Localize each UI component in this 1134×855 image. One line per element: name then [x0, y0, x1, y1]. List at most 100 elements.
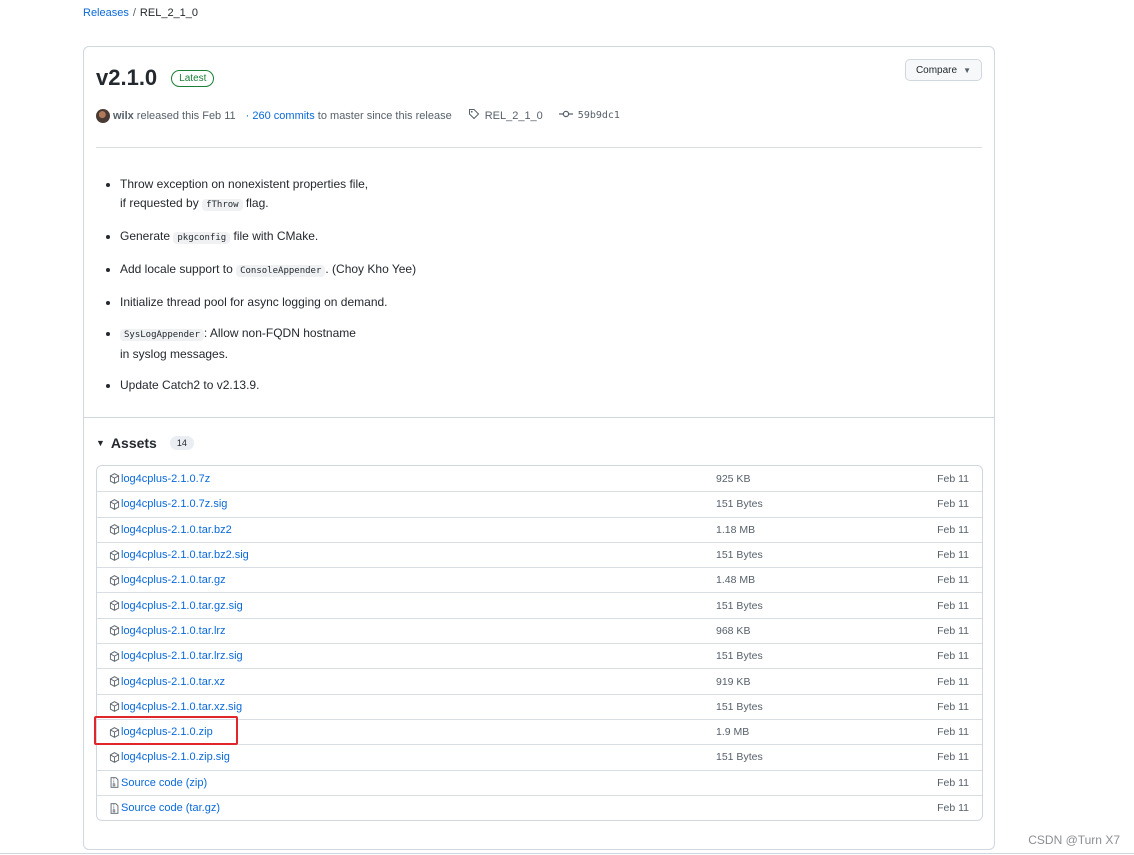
- package-icon: [109, 473, 120, 484]
- asset-row: log4cplus-2.1.0.7z 925 KB Feb 11: [97, 466, 982, 491]
- asset-date: Feb 11: [937, 624, 969, 637]
- package-icon: [109, 524, 120, 536]
- package-icon: [109, 575, 120, 586]
- source-code-link[interactable]: Source code (tar.gz): [121, 802, 220, 814]
- note-item: Initialize thread pool for async logging…: [120, 293, 660, 312]
- release-title[interactable]: v2.1.0: [96, 65, 157, 91]
- asset-size: 1.9 MB: [716, 726, 750, 739]
- asset-date: Feb 11: [937, 802, 969, 814]
- compare-label: Compare: [915, 64, 958, 76]
- note-item: Update Catch2 to v2.13.9.: [120, 376, 660, 395]
- asset-download-link[interactable]: log4cplus-2.1.0.7z.sig: [121, 498, 227, 510]
- inline-code: ConsoleAppender: [236, 265, 326, 277]
- asset-download-link[interactable]: log4cplus-2.1.0.tar.xz: [121, 676, 225, 688]
- watermark: CSDN @Turn X7: [1028, 833, 1120, 847]
- asset-download-link[interactable]: log4cplus-2.1.0.tar.bz2: [121, 524, 232, 536]
- released-text: released this Feb 11: [136, 109, 236, 122]
- avatar[interactable]: [96, 108, 110, 123]
- package-icon: [109, 701, 120, 713]
- source-code-label: Source code: [121, 802, 183, 814]
- asset-date: Feb 11: [937, 700, 969, 713]
- compare-button[interactable]: Compare ▼: [904, 59, 982, 81]
- asset-row: log4cplus-2.1.0.tar.bz2.sig 151 Bytes Feb …: [97, 541, 982, 567]
- asset-download-link[interactable]: log4cplus-2.1.0.zip.sig: [121, 751, 230, 763]
- asset-row: log4cplus-2.1.0.tar.gz.sig 151 Bytes Feb 1…: [97, 592, 982, 617]
- release-card: v2.1.0 Latest Compare ▼ wilx released th…: [83, 46, 995, 850]
- asset-date: Feb 11: [937, 549, 969, 562]
- asset-row: log4cplus-2.1.0.tar.xz 919 KB Feb 11: [97, 668, 982, 693]
- package-icon: [109, 625, 120, 637]
- latest-badge: Latest: [171, 69, 215, 87]
- asset-row: log4cplus-2.1.0.tar.gz 1.48 MB Feb 11: [97, 567, 982, 592]
- asset-download-link[interactable]: log4cplus-2.1.0.tar.lrz: [121, 625, 226, 637]
- release-header: v2.1.0 Latest: [96, 65, 215, 91]
- asset-size: 1.18 MB: [716, 523, 756, 536]
- package-icon: [109, 600, 120, 611]
- breadcrumb: Releases / REL_2_1_0: [83, 7, 198, 19]
- package-icon: [109, 726, 120, 738]
- source-code-label: Source code: [121, 776, 183, 789]
- commit-sha-link[interactable]: 59b9dc1: [578, 110, 620, 121]
- asset-size: 151 Bytes: [716, 599, 763, 612]
- asset-row: log4cplus-2.1.0.zip 1.9 MB Feb 11: [97, 718, 982, 744]
- source-code-link[interactable]: Source code (zip): [121, 777, 207, 789]
- note-item: Add locale support to ConsoleAppender. (…: [120, 260, 660, 281]
- commits-link[interactable]: · 260 commits: [246, 110, 315, 122]
- asset-date: Feb 11: [937, 650, 969, 663]
- source-code-format: (zip): [185, 776, 208, 789]
- package-icon: [109, 549, 120, 561]
- package-icon: [109, 752, 120, 763]
- asset-date: Feb 11: [937, 599, 969, 612]
- asset-size: 151 Bytes: [716, 751, 763, 764]
- asset-date: Feb 11: [937, 776, 969, 789]
- package-icon: [109, 499, 120, 510]
- asset-download-link[interactable]: log4cplus-2.1.0.tar.gz: [121, 574, 226, 586]
- asset-download-link[interactable]: log4cplus-2.1.0.tar.xz.sig: [121, 701, 242, 713]
- package-icon: [109, 650, 120, 662]
- caret-down-icon: ▼: [96, 438, 105, 448]
- asset-date: Feb 11: [937, 498, 969, 511]
- package-icon: [109, 676, 120, 687]
- source-code-row: Source code (zip) Feb 11: [97, 769, 982, 795]
- asset-row: log4cplus-2.1.0.tar.xz.sig 151 Bytes Feb 1…: [97, 693, 982, 719]
- asset-download-link[interactable]: log4cplus-2.1.0.tar.bz2.sig: [121, 549, 249, 561]
- note-item: SysLogAppender: Allow non-FQDN hostname …: [120, 324, 660, 364]
- asset-list: log4cplus-2.1.0.7z 925 KB Feb 11 log4cplus-…: [96, 465, 983, 822]
- source-code-format: (tar.gz): [185, 802, 220, 814]
- asset-size: 919 KB: [716, 675, 751, 688]
- assets-title: Assets: [110, 435, 157, 451]
- release-meta: wilx released this Feb 11 · 260 commits …: [96, 108, 620, 123]
- source-code-row: Source code (tar.gz) Feb 11: [97, 794, 982, 820]
- asset-date: Feb 11: [937, 472, 969, 485]
- divider: [0, 853, 1134, 854]
- assets-toggle[interactable]: ▼ Assets 14: [96, 435, 194, 451]
- file-zip-icon: [109, 777, 120, 788]
- asset-download-link[interactable]: log4cplus-2.1.0.tar.gz.sig: [121, 600, 243, 612]
- asset-download-link[interactable]: log4cplus-2.1.0.tar.lrz.sig: [121, 650, 243, 662]
- asset-size: 151 Bytes: [716, 498, 763, 511]
- asset-size: 151 Bytes: [716, 700, 763, 713]
- author-link[interactable]: wilx: [113, 110, 134, 122]
- file-zip-icon: [109, 802, 120, 814]
- chevron-down-icon: ▼: [963, 65, 971, 75]
- commit-icon: [558, 109, 573, 122]
- asset-download-link[interactable]: log4cplus-2.1.0.zip: [121, 726, 213, 738]
- tag-icon: [468, 108, 480, 123]
- asset-size: 151 Bytes: [716, 549, 763, 562]
- breadcrumb-releases-link[interactable]: Releases: [83, 7, 129, 19]
- asset-download-link[interactable]: log4cplus-2.1.0.7z: [121, 473, 210, 485]
- asset-row: log4cplus-2.1.0.7z.sig 151 Bytes Feb 11: [97, 491, 982, 516]
- asset-size: 925 KB: [716, 472, 751, 485]
- asset-date: Feb 11: [937, 675, 969, 688]
- tag-link[interactable]: REL_2_1_0: [485, 110, 543, 122]
- inline-code: fThrow: [202, 199, 243, 211]
- commits-suffix: to master since this release: [317, 109, 452, 122]
- asset-row: log4cplus-2.1.0.zip.sig 151 Bytes Feb 11: [97, 744, 982, 769]
- release-notes: Throw exception on nonexistent propertie…: [120, 175, 660, 407]
- breadcrumb-separator: /: [132, 7, 136, 19]
- divider: [96, 147, 982, 148]
- asset-date: Feb 11: [937, 726, 969, 739]
- asset-size: 1.48 MB: [716, 574, 756, 587]
- asset-row: log4cplus-2.1.0.tar.lrz 968 KB Feb 11: [97, 617, 982, 643]
- asset-date: Feb 11: [937, 574, 969, 587]
